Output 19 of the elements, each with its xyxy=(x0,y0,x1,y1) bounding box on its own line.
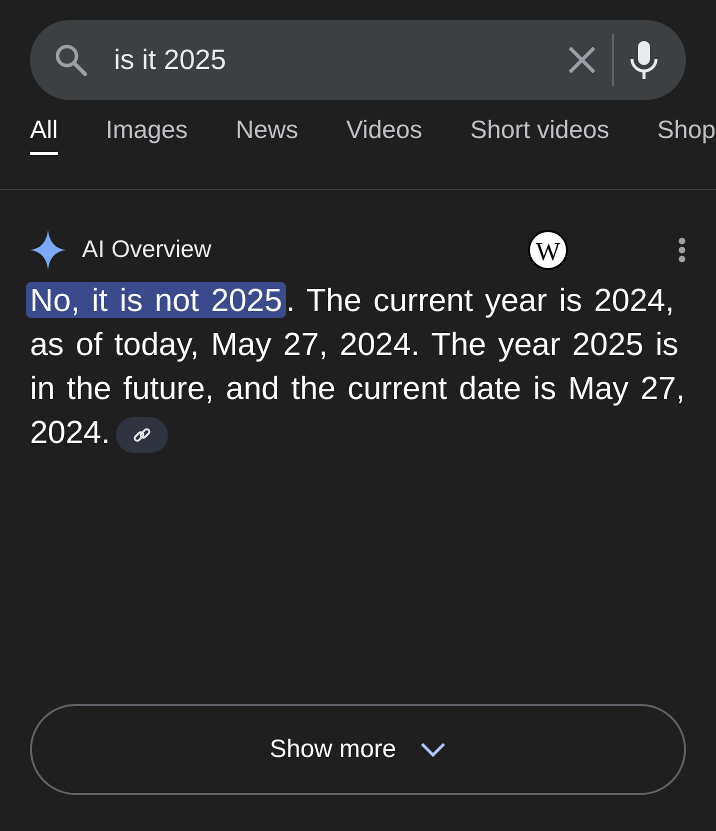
overview-answer: No, it is not 2025. The current year is 2024, as of today, May 27, 2024. The year 2025 is in the future, and the current date is May 27, 2024. xyxy=(0,278,716,454)
show-more-button[interactable]: Show more xyxy=(30,704,686,795)
search-icon[interactable] xyxy=(54,43,88,77)
close-icon[interactable] xyxy=(568,46,596,74)
chevron-down-icon xyxy=(420,742,446,758)
overview-title: AI Overview xyxy=(82,235,212,265)
more-options-icon[interactable] xyxy=(678,237,686,263)
microphone-icon[interactable] xyxy=(630,41,658,79)
tab[interactable]: All xyxy=(30,118,58,155)
link-button[interactable] xyxy=(116,416,168,453)
tab[interactable]: Videos xyxy=(346,118,422,155)
tab[interactable]: Short videos xyxy=(470,118,610,155)
tab[interactable]: Images xyxy=(106,118,188,155)
sparkle-icon xyxy=(30,230,66,270)
tab[interactable]: News xyxy=(236,118,298,155)
tab[interactable]: Shop xyxy=(657,118,716,155)
source-badge[interactable]: W xyxy=(528,230,568,270)
search-query[interactable]: is it 2025 xyxy=(114,44,226,75)
link-icon xyxy=(133,426,152,444)
